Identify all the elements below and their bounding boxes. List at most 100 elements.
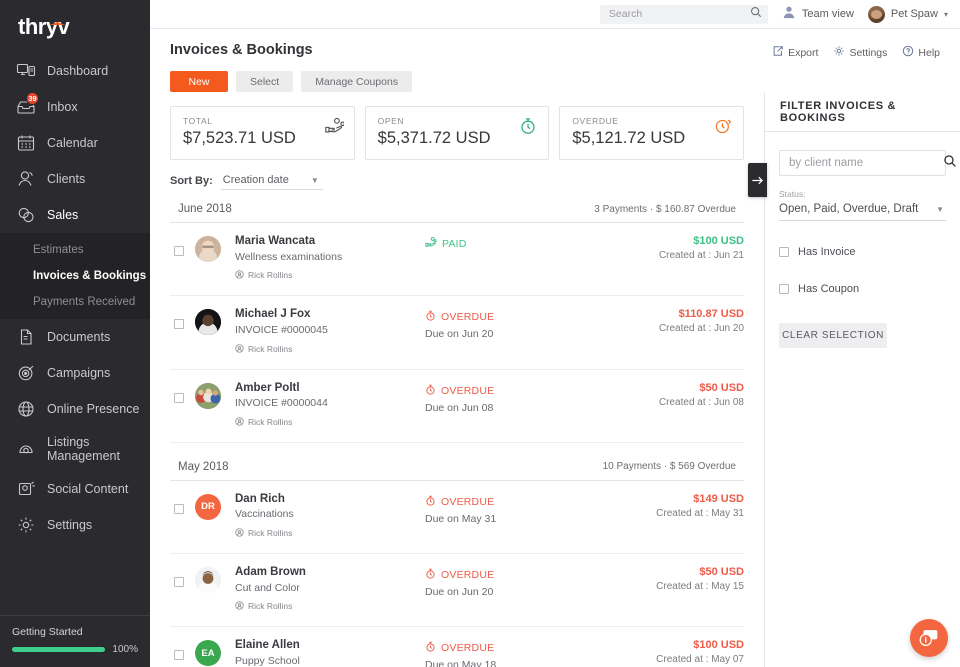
row-amount: $50 USD Created at : May 15 (614, 565, 744, 592)
stat-card-total[interactable]: TOTAL $7,523.71 USD (170, 106, 355, 160)
row-checkbox[interactable] (174, 577, 184, 588)
search-icon[interactable] (750, 5, 762, 23)
social-icon (16, 479, 36, 499)
new-button[interactable]: New (170, 71, 228, 92)
search-input[interactable] (608, 8, 746, 20)
getting-started-panel[interactable]: Getting Started 100% (0, 615, 150, 667)
row-checkbox[interactable] (174, 246, 184, 256)
export-button[interactable]: Export (772, 44, 818, 62)
header-actions: Export Settings Help (772, 42, 940, 62)
row-checkbox[interactable] (174, 319, 184, 330)
sidebar-item-sales[interactable]: Sales (0, 197, 150, 233)
sidebar-item-social-content[interactable]: Social Content (0, 471, 150, 507)
has-invoice-checkbox[interactable]: Has Invoice (779, 246, 946, 258)
stat-value: $5,121.72 USD (572, 129, 686, 147)
row-description: Wellness examinations (235, 250, 343, 263)
client-name-search[interactable] (779, 150, 956, 176)
hand-money-icon (324, 116, 345, 136)
filter-body: Status: Open, Paid, Overdue, Draft ▼ Has… (765, 132, 960, 348)
main-area: Team view Pet Spaw ▾ Invoices & Bookings… (150, 0, 960, 667)
logo[interactable]: thryv (0, 0, 150, 53)
invoice-list[interactable]: June 2018 3 Payments · $ 160.87 Overdue … (150, 199, 764, 667)
owner-name: Rick Rollins (248, 528, 293, 539)
calendar-icon (16, 133, 36, 153)
table-row[interactable]: Michael J Fox INVOICE #0000045 Rick Roll… (170, 296, 744, 370)
sidebar-item-invoices-bookings[interactable]: Invoices & Bookings (0, 262, 150, 288)
status-dropdown[interactable]: Open, Paid, Overdue, Draft ▼ (779, 201, 946, 221)
row-client: Amber Poltl INVOICE #0000044 Rick Rollin… (235, 381, 425, 431)
row-status: OVERDUE Due on Jun 20 (425, 307, 614, 340)
row-status: PAID (425, 234, 614, 255)
row-client: Maria Wancata Wellness examinations Rick… (235, 234, 425, 284)
table-row[interactable]: Amber Poltl INVOICE #0000044 Rick Rollin… (170, 370, 744, 443)
sidebar-item-estimates[interactable]: Estimates (0, 236, 150, 262)
stat-label: TOTAL (183, 116, 213, 126)
documents-icon (16, 327, 36, 347)
created-date: Created at : May 07 (656, 654, 744, 666)
avatar: DR (195, 493, 221, 520)
due-date: Due on May 31 (425, 512, 497, 525)
stat-card-overdue[interactable]: OVERDUE $5,121.72 USD (559, 106, 745, 160)
sort-label: Sort By: (170, 175, 213, 187)
table-row[interactable]: Adam Brown Cut and Color Rick Rollins OV… (170, 554, 744, 628)
sidebar-item-listings-management[interactable]: Listings Management (0, 427, 150, 471)
clear-selection-button[interactable]: CLEAR SELECTION (779, 323, 887, 348)
collapse-filter-panel-button[interactable] (748, 163, 767, 197)
sort-dropdown[interactable]: Creation date ▼ (220, 172, 323, 190)
table-row[interactable]: DR Dan Rich Vaccinations Rick Rollins OV… (170, 481, 744, 555)
sidebar-item-inbox[interactable]: 39 Inbox (0, 89, 150, 125)
has-invoice-label: Has Invoice (798, 246, 856, 258)
row-checkbox[interactable] (174, 503, 184, 514)
sidebar: thryv Dashboard 39 Inbox Calendar Client… (0, 0, 150, 667)
sidebar-item-calendar[interactable]: Calendar (0, 125, 150, 161)
row-checkbox[interactable] (174, 650, 184, 661)
sidebar-item-campaigns[interactable]: Campaigns (0, 355, 150, 391)
due-date: Due on May 18 (425, 659, 497, 667)
global-search[interactable] (599, 4, 768, 24)
avatar (867, 5, 885, 23)
sidebar-item-label: Campaigns (47, 366, 111, 380)
amount: $149 USD (693, 492, 744, 505)
owner-name: Rick Rollins (248, 416, 293, 427)
sidebar-subitem-label: Estimates (33, 244, 84, 256)
sidebar-item-label: Listings Management (47, 435, 120, 463)
search-icon[interactable] (943, 154, 957, 173)
row-status: OVERDUE Due on May 31 (425, 492, 614, 525)
help-icon (902, 44, 914, 62)
has-coupon-checkbox[interactable]: Has Coupon (779, 283, 946, 295)
owner-icon (235, 340, 244, 358)
help-chat-button[interactable] (910, 619, 948, 657)
content-wrap: TOTAL $7,523.71 USD OPEN $5,371.72 USD O… (150, 92, 960, 667)
status-badge: OVERDUE (441, 495, 495, 508)
sidebar-item-dashboard[interactable]: Dashboard (0, 53, 150, 89)
sidebar-item-label: Sales (47, 208, 79, 222)
owner-name: Rick Rollins (248, 343, 293, 354)
amount: $50 USD (699, 566, 744, 579)
help-button[interactable]: Help (902, 44, 940, 62)
created-date: Created at : May 31 (656, 507, 744, 519)
sidebar-item-documents[interactable]: Documents (0, 319, 150, 355)
status-label: Status: (779, 189, 806, 199)
row-owner: Rick Rollins (235, 266, 425, 284)
client-name-input[interactable] (789, 157, 943, 169)
sidebar-item-clients[interactable]: Clients (0, 161, 150, 197)
sidebar-item-payments-received[interactable]: Payments Received (0, 288, 150, 314)
person-icon (782, 5, 796, 24)
overdue-icon (425, 639, 436, 657)
sidebar-item-settings[interactable]: Settings (0, 507, 150, 543)
manage-coupons-button[interactable]: Manage Coupons (301, 71, 413, 92)
team-view-button[interactable]: Team view (782, 5, 854, 24)
account-menu[interactable]: Pet Spaw ▾ (867, 5, 948, 23)
table-row[interactable]: EA Elaine Allen Puppy School Rick Rollin… (170, 627, 744, 667)
settings-button[interactable]: Settings (833, 44, 887, 62)
row-checkbox[interactable] (174, 392, 184, 403)
stat-card-open[interactable]: OPEN $5,371.72 USD (364, 106, 550, 160)
client-name: Elaine Allen (235, 639, 300, 652)
sidebar-item-online-presence[interactable]: Online Presence (0, 391, 150, 427)
client-name: Maria Wancata (235, 235, 316, 247)
due-date: Due on Jun 20 (425, 328, 494, 341)
table-row[interactable]: Maria Wancata Wellness examinations Rick… (170, 223, 744, 297)
getting-started-percent: 100% (112, 644, 138, 655)
select-button[interactable]: Select (236, 71, 294, 92)
sales-icon (16, 205, 36, 225)
